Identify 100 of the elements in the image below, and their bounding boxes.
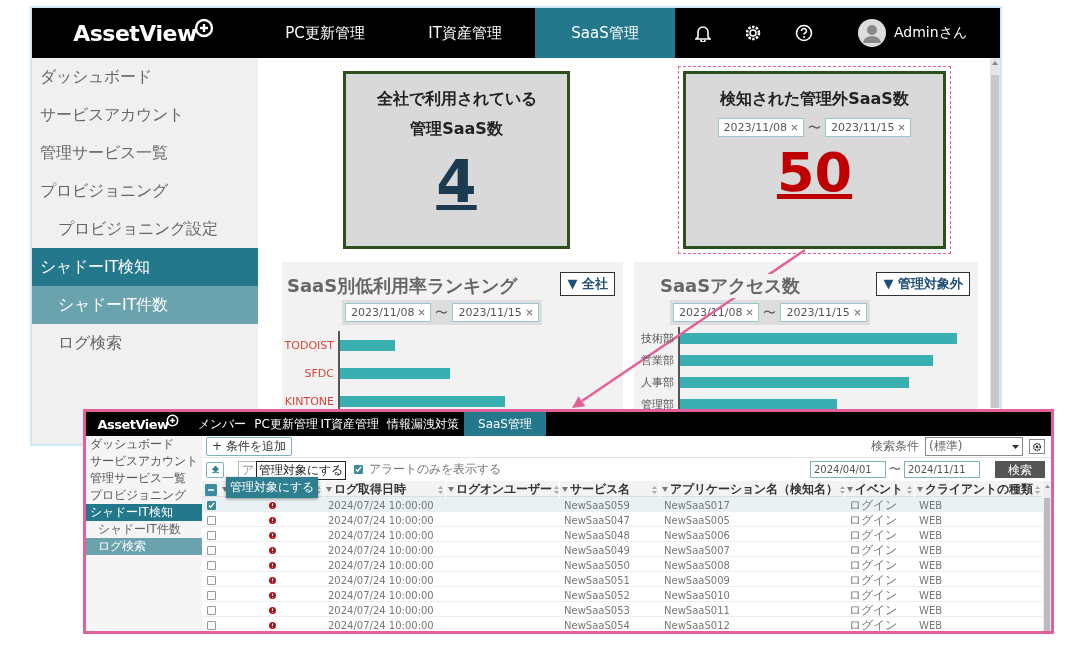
table-cell-text: 2024/07/24 10:00:00 xyxy=(327,544,435,558)
checkbox-label[interactable]: アラートのみを表示する xyxy=(369,461,501,478)
table-cell-text: NewSaaS047 xyxy=(563,514,631,528)
table-cell-text: WEB xyxy=(918,544,944,558)
table-cell-text: WEB xyxy=(918,529,944,543)
table-cell-text: NewSaaS012 xyxy=(663,619,731,631)
sidebar-item[interactable]: 管理サービス一覧 xyxy=(32,134,258,172)
table-cell-text: WEB xyxy=(918,604,944,618)
sidebar-item[interactable]: シャドーIT検知 xyxy=(32,248,258,286)
chart-title: SaaS別低利用率ランキング xyxy=(287,274,518,298)
add-condition-button[interactable]: + 条件を追加 xyxy=(206,437,292,456)
card-title: 検知された管理外SaaS数 xyxy=(720,88,909,110)
search-condition-label: 検索条件 xyxy=(871,438,919,455)
table-cell-text: NewSaaS053 xyxy=(563,604,631,618)
sidebar-item[interactable]: プロビジョニング xyxy=(86,487,202,504)
table-cell-text: NewSaaS054 xyxy=(563,619,631,631)
user-name[interactable]: Adminさん xyxy=(894,24,967,42)
table-cell-text: ログイン xyxy=(848,497,898,514)
column-header[interactable]: アプリケーション名（検知名） xyxy=(670,481,838,498)
range-separator: 〜 xyxy=(808,118,821,137)
filter-dropdown[interactable]: ▼ 管理対象外 xyxy=(876,272,970,296)
table-cell-text: 2024/07/24 10:00:00 xyxy=(327,574,435,588)
nav-tab[interactable]: メンバー xyxy=(190,412,254,436)
table-cell-text: ログイン xyxy=(848,512,898,529)
nav-tab[interactable]: IT資産管理 xyxy=(395,8,535,58)
nav-tab[interactable]: SaaS管理 xyxy=(535,8,675,58)
chart-title: SaaSアクセス数 xyxy=(660,274,801,298)
logo-text: AssetView xyxy=(97,416,169,432)
table-cell-text: WEB xyxy=(918,574,944,588)
menu-item[interactable]: 管理対象にする xyxy=(226,477,318,498)
range-separator: 〜 xyxy=(889,461,901,478)
nav-tab[interactable]: PC更新管理 xyxy=(255,8,395,58)
sidebar-item[interactable]: 管理サービス一覧 xyxy=(86,470,202,487)
date-chip[interactable]: 2023/11/08 xyxy=(345,303,432,322)
sidebar-item[interactable]: サービスアカウント xyxy=(86,453,202,470)
nav-tab[interactable]: 情報漏洩対策 xyxy=(382,412,464,436)
column-header[interactable]: ログオンユーザー xyxy=(456,481,552,498)
sidebar-subitem[interactable]: プロビジョニング設定 xyxy=(32,210,258,248)
date-chip[interactable]: 2023/11/15 xyxy=(780,303,867,322)
table-cell-text: NewSaaS017 xyxy=(663,499,731,513)
bar-label: SFDC xyxy=(303,365,335,382)
column-header[interactable]: サービス名 xyxy=(570,481,650,498)
search-button[interactable]: 検索 xyxy=(995,461,1045,478)
filter-dropdown[interactable]: ▼ 全社 xyxy=(560,272,615,296)
bar-label: 技術部 xyxy=(640,330,675,347)
nav-tab[interactable]: PC更新管理 xyxy=(254,412,318,436)
search-condition-select[interactable]: (標準) xyxy=(925,437,1023,456)
table-cell-text: WEB xyxy=(918,514,944,528)
table-cell-text: ログイン xyxy=(848,542,898,559)
table-cell-text: WEB xyxy=(918,499,944,513)
table-cell-text: WEB xyxy=(918,619,944,631)
table-cell-text: 2024/07/24 10:00:00 xyxy=(327,514,435,528)
column-header[interactable]: クライアントの種類 xyxy=(925,481,1033,498)
table-cell-text: NewSaaS009 xyxy=(663,574,731,588)
range-separator: 〜 xyxy=(763,303,777,322)
bar-label: 管理部 xyxy=(640,396,675,413)
table-cell-text: NewSaaS048 xyxy=(563,529,631,543)
column-header[interactable]: イベント xyxy=(855,481,905,498)
date-field[interactable]: 2024/04/01 xyxy=(810,461,886,478)
table-cell-text: NewSaaS005 xyxy=(663,514,731,528)
sidebar-subitem[interactable]: シャドーIT件数 xyxy=(86,521,202,538)
bar-label: KINTONE xyxy=(283,393,335,410)
table-cell-text: NewSaaS051 xyxy=(563,574,631,588)
table-cell-text: NewSaaS010 xyxy=(663,589,731,603)
date-chip[interactable]: 2023/11/08 xyxy=(717,118,804,137)
table-cell-text: ログイン xyxy=(848,572,898,589)
bar-label: TODOIST xyxy=(283,337,335,354)
stat-value[interactable]: 4 xyxy=(436,148,477,216)
sidebar-subitem[interactable]: ログ検索 xyxy=(32,324,258,362)
table-cell-text: 2024/07/24 10:00:00 xyxy=(327,619,435,631)
card-title: 管理SaaS数 xyxy=(410,118,503,140)
table-cell-text: WEB xyxy=(918,589,944,603)
table-cell-text: 2024/07/24 10:00:00 xyxy=(327,589,435,603)
stat-value[interactable]: 50 xyxy=(776,141,853,204)
date-chip[interactable]: 2023/11/15 xyxy=(452,303,539,322)
sidebar-item[interactable]: サービスアカウント xyxy=(32,96,258,134)
table-cell-text: ログイン xyxy=(848,527,898,544)
sidebar-item[interactable]: ダッシュボード xyxy=(32,58,258,96)
nav-tab[interactable]: SaaS管理 xyxy=(464,412,546,436)
table-cell-text: 2024/07/24 10:00:00 xyxy=(327,529,435,543)
table-cell-text: NewSaaS049 xyxy=(563,544,631,558)
column-header[interactable]: ログ取得日時 xyxy=(334,481,436,498)
sidebar-item[interactable]: プロビジョニング xyxy=(32,172,258,210)
logo-text: AssetView xyxy=(73,20,197,46)
date-chip[interactable]: 2023/11/15 xyxy=(825,118,912,137)
nav-tab[interactable]: IT資産管理 xyxy=(318,412,382,436)
table-cell-text: ログイン xyxy=(848,587,898,604)
table-cell-text: NewSaaS052 xyxy=(563,589,631,603)
date-field[interactable]: 2024/11/11 xyxy=(904,461,980,478)
table-cell-text: WEB xyxy=(918,559,944,573)
sidebar-item[interactable]: シャドーIT検知 xyxy=(86,504,202,521)
card-title: 全社で利用されている xyxy=(376,88,537,110)
bar-label: 人事部 xyxy=(640,374,675,391)
table-cell-text: 2024/07/24 10:00:00 xyxy=(327,559,435,573)
sidebar-item[interactable]: ダッシュボード xyxy=(86,436,202,453)
table-cell-text: NewSaaS007 xyxy=(663,544,731,558)
table-cell-text: 2024/07/24 10:00:00 xyxy=(327,499,435,513)
table-cell-text: NewSaaS059 xyxy=(563,499,631,513)
table-cell-text: NewSaaS006 xyxy=(663,529,731,543)
table-cell-text: ログイン xyxy=(848,602,898,619)
